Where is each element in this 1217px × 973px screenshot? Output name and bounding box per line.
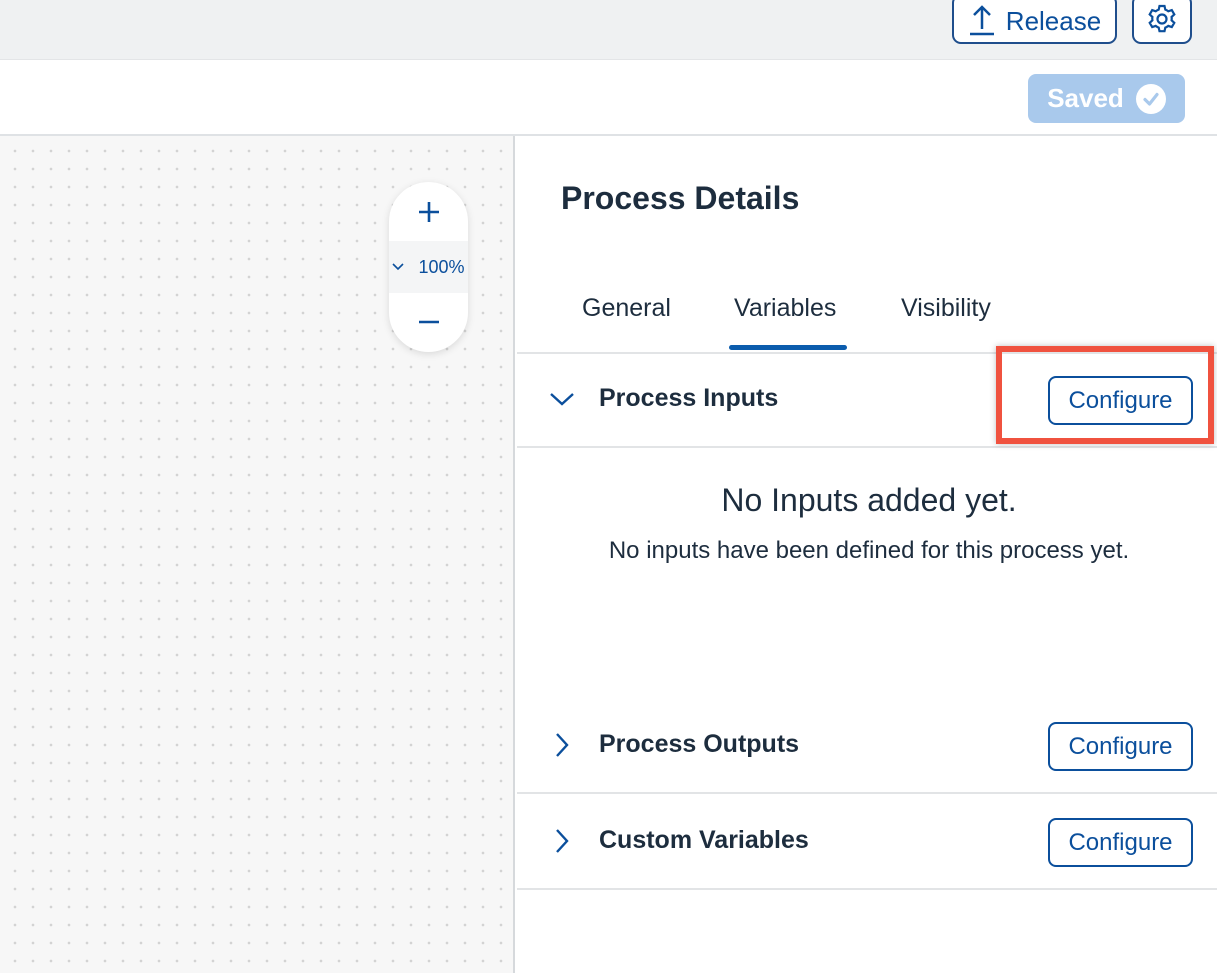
- settings-button[interactable]: [1132, 0, 1192, 44]
- process-details-panel: Process Details General Variables Visibi…: [517, 136, 1217, 973]
- saved-label: Saved: [1047, 83, 1124, 113]
- section-title: Custom Variables: [599, 826, 809, 854]
- configure-outputs-button[interactable]: Configure: [1048, 722, 1193, 771]
- section-title: Process Inputs: [599, 384, 779, 412]
- plus-icon: [418, 202, 439, 222]
- section-custom-variables: Custom Variables Configure: [517, 794, 1217, 890]
- check-circle-icon: [1135, 83, 1166, 114]
- panel-title: Process Details: [561, 180, 800, 216]
- zoom-level-value: 100%: [418, 256, 465, 277]
- tab-bar: General Variables Visibility: [517, 276, 1217, 354]
- process-canvas[interactable]: 100%: [0, 136, 515, 973]
- top-bar: Release: [0, 0, 1217, 60]
- saved-button[interactable]: Saved: [1028, 74, 1185, 123]
- zoom-in-button[interactable]: [389, 184, 468, 240]
- configure-custom-variables-button[interactable]: Configure: [1048, 818, 1193, 867]
- chevron-right-icon[interactable]: [547, 826, 577, 856]
- gear-icon: [1148, 4, 1176, 33]
- section-process-outputs: Process Outputs Configure: [517, 698, 1217, 794]
- empty-state-title: No Inputs added yet.: [721, 482, 1017, 518]
- tab-visibility[interactable]: Visibility: [901, 294, 991, 323]
- zoom-level-dropdown[interactable]: 100%: [389, 241, 468, 293]
- selected-tab-indicator: [729, 345, 847, 350]
- section-process-inputs: Process Inputs Configure: [517, 352, 1217, 448]
- editor-toolbar: Saved: [0, 60, 1217, 136]
- tab-general[interactable]: General: [582, 294, 671, 323]
- section-title: Process Outputs: [599, 730, 800, 758]
- zoom-out-button[interactable]: [389, 294, 468, 350]
- upload-icon: [969, 5, 994, 36]
- chevron-right-icon[interactable]: [547, 730, 577, 760]
- zoom-control: 100%: [389, 182, 468, 352]
- configure-inputs-button[interactable]: Configure: [1048, 376, 1193, 425]
- release-label: Release: [1005, 5, 1102, 36]
- release-button[interactable]: Release: [952, 0, 1117, 44]
- empty-state-description: No inputs have been defined for this pro…: [608, 537, 1130, 564]
- chevron-down-icon: [392, 263, 405, 271]
- chevron-down-icon[interactable]: [547, 384, 577, 414]
- empty-state: No Inputs added yet. No inputs have been…: [577, 482, 1161, 569]
- minus-icon: [418, 320, 439, 324]
- tab-variables[interactable]: Variables: [734, 294, 836, 323]
